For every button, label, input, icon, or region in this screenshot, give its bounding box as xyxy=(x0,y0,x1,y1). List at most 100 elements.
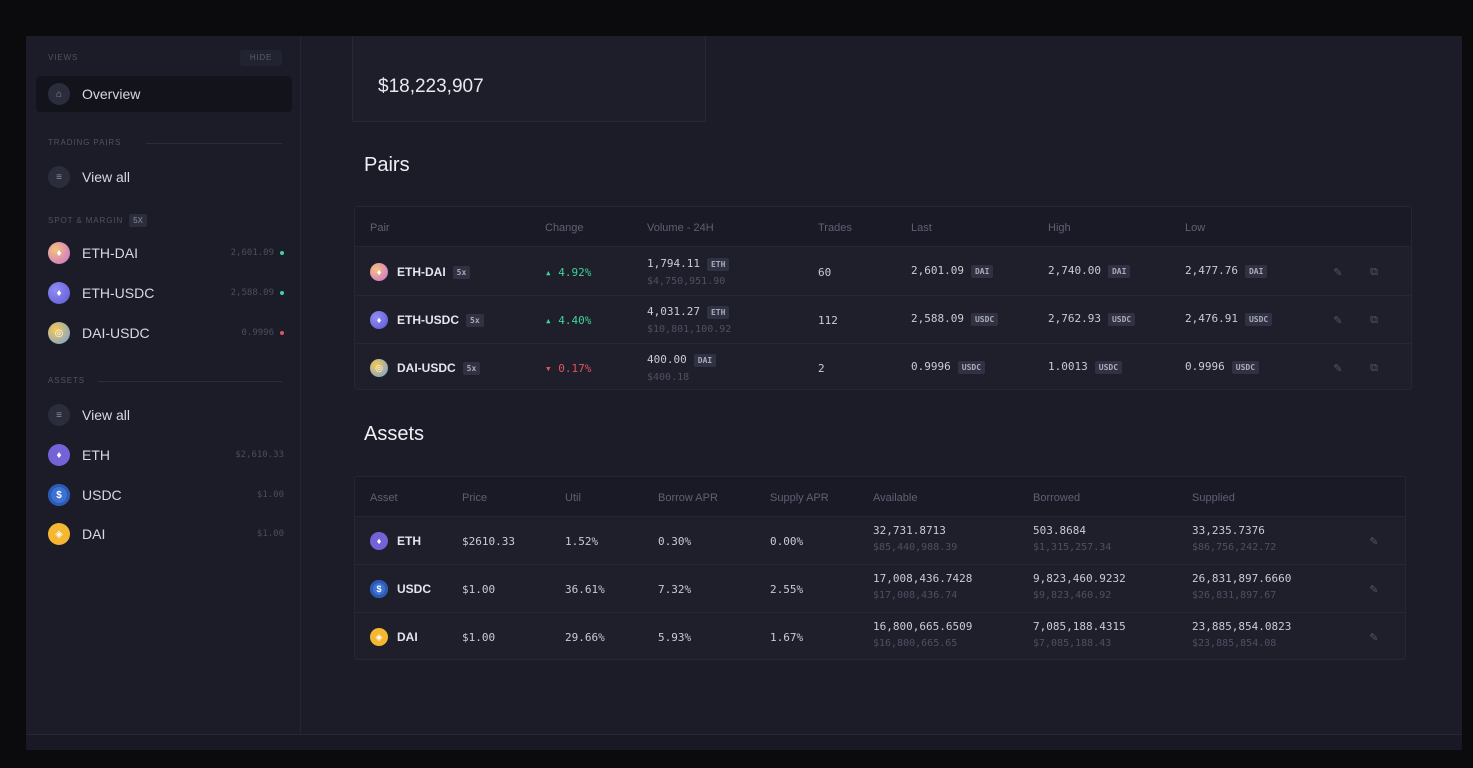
table-row[interactable]: $ USDC $1.00 36.61% 7.32% 2.55% 17,008,4… xyxy=(355,565,1405,613)
trading-pairs-heading: TRADING PAIRS xyxy=(48,138,122,147)
pencil-icon[interactable]: ✎ xyxy=(1331,313,1345,327)
supply-apr-cell: 1.67% xyxy=(770,631,804,644)
unit-badge: DAI xyxy=(693,354,717,367)
usdc-coin-icon: $ xyxy=(370,580,388,598)
dai-usdc-coin-icon: ◎ xyxy=(370,359,388,377)
up-indicator xyxy=(280,291,284,295)
col-volume[interactable]: Volume - 24H xyxy=(647,222,714,234)
external-link-icon[interactable]: ⧉ xyxy=(1367,361,1381,375)
util-cell: 1.52% xyxy=(565,535,599,548)
table-row[interactable]: ♦ ETH-DAI 5x ▴ 4.92% 1,794.11 ETH $4,750,9… xyxy=(355,248,1411,296)
low-cell: 0.9996 USDC xyxy=(1185,360,1260,374)
table-row[interactable]: ♦ ETH $2610.33 1.52% 0.30% 0.00% 32,731.… xyxy=(355,517,1405,565)
overview-label: Overview xyxy=(82,86,141,102)
unit-badge: USDC xyxy=(1107,313,1136,326)
pairs-view-all-label: View all xyxy=(82,169,130,185)
sidebar-asset-eth[interactable]: ♦ ETH $2,610.33 xyxy=(48,442,284,468)
col-borrowed[interactable]: Borrowed xyxy=(1033,492,1080,504)
spot-margin-label: SPOT & MARGIN xyxy=(48,216,124,225)
assets-view-all[interactable]: ≡ View all xyxy=(48,402,284,428)
change-cell: ▾ 0.17% xyxy=(545,362,592,375)
available-amount: 16,800,665.6509 xyxy=(873,620,973,633)
asset-name: ETH xyxy=(397,534,421,548)
table-row[interactable]: ◈ DAI $1.00 29.66% 5.93% 1.67% 16,800,66… xyxy=(355,613,1405,661)
col-supplied[interactable]: Supplied xyxy=(1192,492,1235,504)
eth-coin-icon: ♦ xyxy=(370,532,388,550)
price-cell: $1.00 xyxy=(462,631,496,644)
col-change[interactable]: Change xyxy=(545,222,584,234)
borrowed-usd: $7,085,188.43 xyxy=(1033,638,1112,649)
eth-usdc-coin-icon: ♦ xyxy=(48,282,70,304)
sidebar-asset-value: $1.00 xyxy=(256,529,284,539)
col-borrow-apr[interactable]: Borrow APR xyxy=(658,492,718,504)
hide-button[interactable]: HIDE xyxy=(240,50,282,66)
low-cell: 2,477.76 DAI xyxy=(1185,264,1268,278)
last-cell: 2,588.09 USDC xyxy=(911,312,999,326)
price-cell: $1.00 xyxy=(462,583,496,596)
sidebar-pair-eth-dai[interactable]: ♦ ETH-DAI 2,601.09 xyxy=(48,240,284,266)
assets-title: Assets xyxy=(364,423,425,445)
available-usd: $85,440,988.39 xyxy=(873,542,958,553)
leverage-badge: 5x xyxy=(466,313,484,327)
pencil-icon[interactable]: ✎ xyxy=(1331,265,1345,279)
borrow-apr-cell: 0.30% xyxy=(658,535,692,548)
util-cell: 29.66% xyxy=(565,631,605,644)
up-indicator xyxy=(280,251,284,255)
col-available[interactable]: Available xyxy=(873,492,917,504)
col-util[interactable]: Util xyxy=(565,492,581,504)
pencil-icon[interactable]: ✎ xyxy=(1367,534,1381,548)
pencil-icon[interactable]: ✎ xyxy=(1331,361,1345,375)
col-asset[interactable]: Asset xyxy=(370,492,398,504)
pencil-icon[interactable]: ✎ xyxy=(1367,630,1381,644)
table-row[interactable]: ♦ ETH-USDC 5x ▴ 4.40% 4,031.27 ETH $10,801… xyxy=(355,296,1411,344)
change-value: 4.40% xyxy=(558,314,592,327)
pair-name: ETH-DAI xyxy=(397,265,446,279)
available-usd: $16,800,665.65 xyxy=(873,638,958,649)
sidebar-pair-value: 2,601.09 xyxy=(230,248,274,258)
col-pair[interactable]: Pair xyxy=(370,222,390,234)
sidebar-pair-value: 0.9996 xyxy=(241,328,274,338)
pairs-title: Pairs xyxy=(364,154,410,176)
external-link-icon[interactable]: ⧉ xyxy=(1367,265,1381,279)
bottom-bar xyxy=(26,734,1462,750)
volume-cell: 4,031.27 ETH $10,801,100.92 xyxy=(647,305,731,335)
pencil-icon[interactable]: ✎ xyxy=(1367,582,1381,596)
high-value: 1.0013 xyxy=(1048,360,1088,373)
col-high[interactable]: High xyxy=(1048,222,1071,234)
low-value: 2,477.76 xyxy=(1185,264,1238,277)
overview-nav-item[interactable]: ⌂ Overview xyxy=(36,76,292,112)
trades-cell: 112 xyxy=(818,314,838,327)
supplied-usd: $23,885,854.08 xyxy=(1192,638,1277,649)
sidebar-asset-usdc[interactable]: $ USDC $1.00 xyxy=(48,482,284,508)
borrowed-usd: $1,315,257.34 xyxy=(1033,542,1112,553)
supplied-amount: 33,235.7376 xyxy=(1192,524,1265,537)
col-last[interactable]: Last xyxy=(911,222,932,234)
supplied-amount: 26,831,897.6660 xyxy=(1192,572,1292,585)
low-value: 2,476.91 xyxy=(1185,312,1238,325)
sidebar-pair-dai-usdc[interactable]: ◎ DAI-USDC 0.9996 xyxy=(48,320,284,346)
sidebar-asset-dai[interactable]: ◈ DAI $1.00 xyxy=(48,521,284,547)
col-trades[interactable]: Trades xyxy=(818,222,852,234)
col-supply-apr[interactable]: Supply APR xyxy=(770,492,829,504)
borrow-apr-cell: 5.93% xyxy=(658,631,692,644)
available-usd: $17,008,436.74 xyxy=(873,590,958,601)
sidebar-pair-eth-usdc[interactable]: ♦ ETH-USDC 2,588.09 xyxy=(48,280,284,306)
asset-cell: ◈ DAI xyxy=(370,628,418,646)
col-low[interactable]: Low xyxy=(1185,222,1205,234)
table-row[interactable]: ◎ DAI-USDC 5x ▾ 0.17% 400.00 DAI $400.18 2… xyxy=(355,344,1411,392)
last-value: 0.9996 xyxy=(911,360,951,373)
high-cell: 1.0013 USDC xyxy=(1048,360,1123,374)
external-link-icon[interactable]: ⧉ xyxy=(1367,313,1381,327)
eth-coin-icon: ♦ xyxy=(48,444,70,466)
sidebar-pair-label: ETH-DAI xyxy=(82,245,138,261)
app-frame: VIEWS HIDE ⌂ Overview TRADING PAIRS ≡ Vi… xyxy=(26,36,1462,750)
col-price[interactable]: Price xyxy=(462,492,487,504)
supplied-cell: 26,831,897.6660 $26,831,897.67 xyxy=(1192,572,1291,601)
supplied-cell: 33,235.7376 $86,756,242.72 xyxy=(1192,524,1276,553)
home-icon: ⌂ xyxy=(48,83,70,105)
pairs-view-all[interactable]: ≡ View all xyxy=(48,164,284,190)
low-value: 0.9996 xyxy=(1185,360,1225,373)
borrowed-cell: 503.8684 $1,315,257.34 xyxy=(1033,524,1111,553)
sidebar-pair-label: DAI-USDC xyxy=(82,325,150,341)
unit-badge: USDC xyxy=(1244,313,1273,326)
